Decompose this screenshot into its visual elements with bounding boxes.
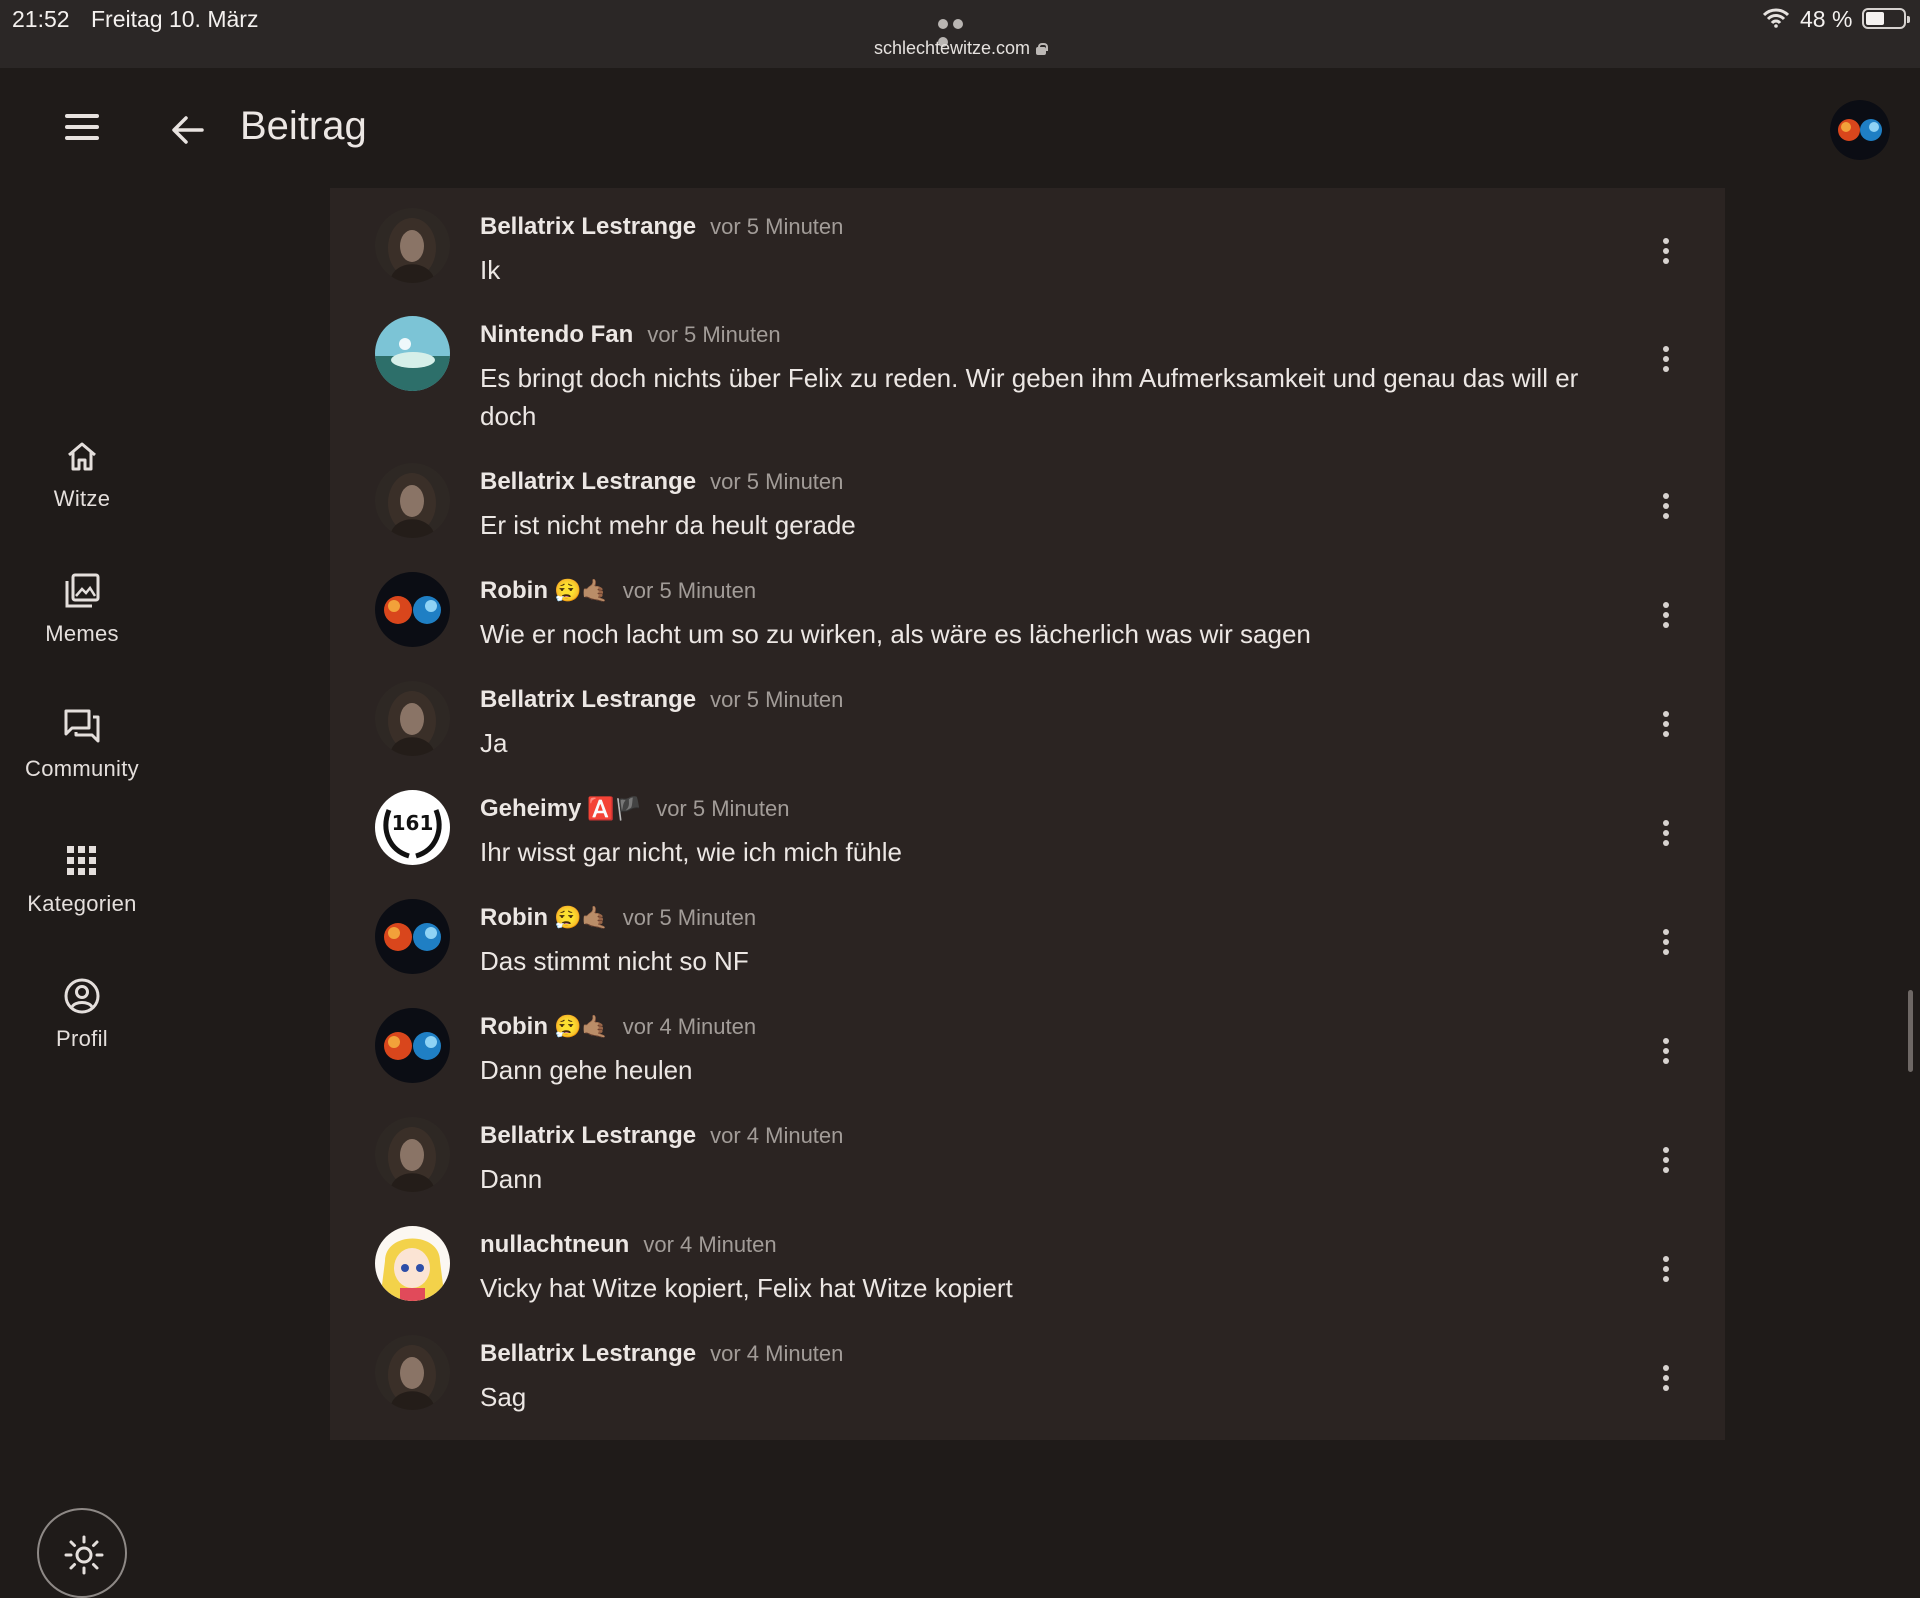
comment-time: vor 5 Minuten	[710, 469, 844, 494]
avatar-robin[interactable]	[375, 899, 450, 974]
comment-time: vor 4 Minuten	[710, 1341, 844, 1366]
apps-grid-icon	[67, 846, 96, 875]
author-badges: 😮‍💨🤙🏽	[553, 578, 609, 603]
avatar-bellatrix[interactable]	[375, 463, 450, 538]
more-vert-icon[interactable]	[1661, 1365, 1671, 1395]
comment-text: Er ist nicht mehr da heult gerade	[480, 510, 856, 540]
comment-time: vor 5 Minuten	[710, 214, 844, 239]
comment-time: vor 5 Minuten	[622, 905, 757, 930]
nav-kategorien[interactable]: Kategorien	[0, 841, 164, 917]
comment-text: Es bringt doch nichts über Felix zu rede…	[480, 363, 1579, 431]
url-bar[interactable]: schlechtewitze.com	[0, 38, 1920, 59]
comments-panel: Bellatrix Lestrange vor 5 Minuten Ik Nint…	[330, 188, 1725, 1440]
nav-memes-label: Memes	[45, 621, 119, 646]
comment-author[interactable]: Robin 😮‍💨🤙🏽 vor 5 Minuten	[480, 577, 756, 605]
comment-time: vor 5 Minuten	[656, 796, 790, 821]
scrollbar[interactable]	[1908, 990, 1913, 1072]
comment-author[interactable]: Robin 😮‍💨🤙🏽 vor 4 Minuten	[480, 1013, 756, 1041]
comment-time: vor 5 Minuten	[710, 687, 844, 712]
comment-author[interactable]: Bellatrix Lestrange vor 4 Minuten	[480, 1122, 843, 1150]
author-badges: 😮‍💨🤙🏽	[553, 1014, 609, 1039]
url-text: schlechtewitze.com	[873, 38, 1031, 58]
nav-community[interactable]: Community	[0, 706, 164, 782]
comment-text: Wie er noch lacht um so zu wirken, als w…	[480, 619, 1311, 649]
more-vert-icon[interactable]	[1661, 1256, 1671, 1286]
comment-text: Ja	[480, 728, 508, 758]
status-bar: 21:52 Freitag 10. März schlechtewitze.co…	[0, 0, 1920, 68]
battery-percentage: 48 %	[1800, 6, 1853, 32]
avatar-bellatrix[interactable]	[375, 681, 450, 756]
avatar-bellatrix[interactable]	[375, 1335, 450, 1410]
battery-icon	[1862, 8, 1910, 29]
home-icon	[68, 442, 96, 471]
comment-author[interactable]: Robin 😮‍💨🤙🏽 vor 5 Minuten	[480, 904, 756, 932]
avatar-robin[interactable]	[375, 572, 450, 647]
comment-time: vor 5 Minuten	[622, 578, 757, 603]
comment-text: Vicky hat Witze kopiert, Felix hat Witze…	[480, 1273, 1013, 1303]
nav-witze-label: Witze	[53, 486, 111, 511]
comment-author[interactable]: Bellatrix Lestrange vor 5 Minuten	[480, 213, 843, 241]
lock-icon	[1036, 43, 1049, 55]
nav-memes[interactable]: Memes	[0, 571, 164, 647]
comment-time: vor 5 Minuten	[647, 322, 781, 347]
images-icon	[65, 573, 100, 608]
avatar-bellatrix[interactable]	[375, 1117, 450, 1192]
nav-community-label: Community	[25, 756, 139, 781]
comment-author[interactable]: Bellatrix Lestrange vor 5 Minuten	[480, 468, 843, 496]
comment-text: Das stimmt nicht so NF	[480, 946, 749, 976]
user-avatar[interactable]	[1830, 100, 1890, 160]
page-title: Beitrag	[240, 104, 367, 148]
nav-kategorien-label: Kategorien	[27, 891, 137, 916]
avatar-bellatrix[interactable]	[375, 208, 450, 283]
more-vert-icon[interactable]	[1661, 602, 1671, 632]
comment-author[interactable]: Nintendo Fan vor 5 Minuten	[480, 321, 781, 349]
navigation-rail: Witze Memes Community Kategorien Profil	[0, 188, 330, 1598]
comment-time: vor 4 Minuten	[622, 1014, 757, 1039]
back-arrow-icon[interactable]	[168, 110, 208, 150]
avatar-geheimy[interactable]: 161	[375, 790, 450, 865]
more-vert-icon[interactable]	[1661, 711, 1671, 741]
author-badges: 😮‍💨🤙🏽	[553, 905, 609, 930]
more-vert-icon[interactable]	[1661, 929, 1671, 959]
app-bar: Beitrag	[0, 68, 1920, 188]
nav-profil[interactable]: Profil	[0, 976, 164, 1052]
more-vert-icon[interactable]	[1661, 346, 1671, 376]
comment-author[interactable]: nullachtneun vor 4 Minuten	[480, 1231, 777, 1259]
nav-profil-label: Profil	[56, 1026, 108, 1051]
wifi-icon	[1763, 8, 1789, 28]
nav-witze[interactable]: Witze	[0, 436, 164, 512]
comment-author[interactable]: Geheimy 🅰️🏴 vor 5 Minuten	[480, 795, 789, 823]
forum-icon	[64, 709, 100, 743]
more-vert-icon[interactable]	[1661, 820, 1671, 850]
svg-text:161: 161	[392, 811, 434, 835]
more-vert-icon[interactable]	[1661, 1038, 1671, 1068]
more-vert-icon[interactable]	[1661, 493, 1671, 523]
status-date: Freitag 10. März	[91, 6, 259, 32]
comment-text: Sag	[480, 1382, 527, 1412]
account-circle-icon	[64, 978, 100, 1014]
avatar-nintendo-fan[interactable]	[375, 316, 450, 391]
comment-text: Ihr wisst gar nicht, wie ich mich fühle	[480, 837, 902, 867]
multitasking-dots-icon[interactable]	[938, 16, 982, 47]
comment-text: Ik	[480, 255, 501, 285]
more-vert-icon[interactable]	[1661, 238, 1671, 268]
hamburger-menu-icon[interactable]	[60, 114, 104, 146]
theme-toggle-button[interactable]	[37, 1508, 127, 1598]
avatar-robin[interactable]	[375, 1008, 450, 1083]
status-time: 21:52	[12, 6, 70, 32]
comment-time: vor 4 Minuten	[643, 1232, 777, 1257]
comment-text: Dann gehe heulen	[480, 1055, 693, 1085]
comment-author[interactable]: Bellatrix Lestrange vor 4 Minuten	[480, 1340, 843, 1368]
avatar-nullachtneun[interactable]	[375, 1226, 450, 1301]
author-badges: 🅰️🏴	[587, 796, 643, 821]
more-vert-icon[interactable]	[1661, 1147, 1671, 1177]
comment-author[interactable]: Bellatrix Lestrange vor 5 Minuten	[480, 686, 843, 714]
comment-text: Dann	[480, 1164, 543, 1194]
comment-time: vor 4 Minuten	[710, 1123, 844, 1148]
brightness-icon	[64, 1535, 104, 1575]
